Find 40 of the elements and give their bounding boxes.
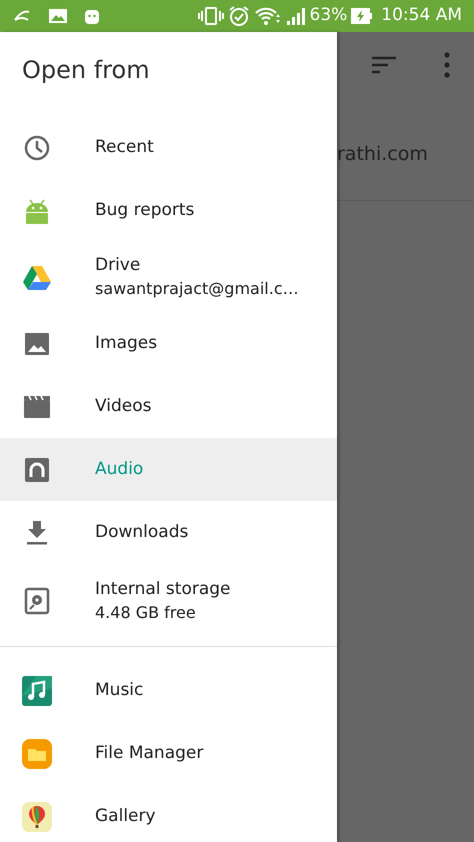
drawer-item[interactable]: Recent <box>0 116 337 179</box>
battery-percent: 63% <box>310 4 348 28</box>
item-label: Bug reports <box>95 198 194 222</box>
wifi-icon <box>254 6 282 26</box>
drawer-item[interactable]: File Manager <box>0 722 337 785</box>
item-label: Music <box>95 678 144 702</box>
item-label: File Manager <box>95 742 204 765</box>
drawer-item[interactable]: Music <box>0 659 337 722</box>
drawer-title: Open from <box>22 56 150 84</box>
item-label: Recent <box>95 136 154 159</box>
more-icon <box>444 52 450 78</box>
music-note-icon <box>22 676 52 706</box>
background-text: rathi.com <box>337 142 428 167</box>
drawer-item[interactable]: Bug reports <box>0 179 337 242</box>
item-label: Downloads <box>95 520 188 544</box>
item-label: Internal storage <box>95 578 231 601</box>
item-label: Drive <box>95 254 142 277</box>
drawer-item[interactable]: Drive sawantprajact@gmail.c… <box>0 242 337 312</box>
item-subtitle: sawantprajact@gmail.c… <box>95 278 299 300</box>
item-label: Audio <box>95 458 144 481</box>
signal-icon <box>286 7 306 25</box>
sort-icon <box>372 56 396 74</box>
drawer-item[interactable]: Internal storage 4.48 GB free <box>0 564 337 638</box>
alarm-icon <box>228 5 250 27</box>
drawer-item[interactable]: Videos <box>0 375 337 438</box>
item-subtitle: 4.48 GB free <box>95 602 197 624</box>
item-label: Images <box>95 332 158 355</box>
vibrate-icon <box>198 6 224 26</box>
storage-icon <box>22 586 52 616</box>
drawer-item[interactable]: Gallery <box>0 785 337 842</box>
balloon-icon <box>22 802 52 832</box>
battery-charging-icon <box>351 7 374 25</box>
folder-icon <box>22 738 52 768</box>
drawer-item[interactable]: Images <box>0 312 337 375</box>
drawer-item[interactable]: Downloads <box>0 501 337 564</box>
android-icon <box>84 7 100 25</box>
item-label: Videos <box>95 394 152 418</box>
clock-time: 10:54 AM <box>381 4 462 28</box>
image-icon <box>48 8 68 24</box>
item-label: Gallery <box>95 804 156 828</box>
